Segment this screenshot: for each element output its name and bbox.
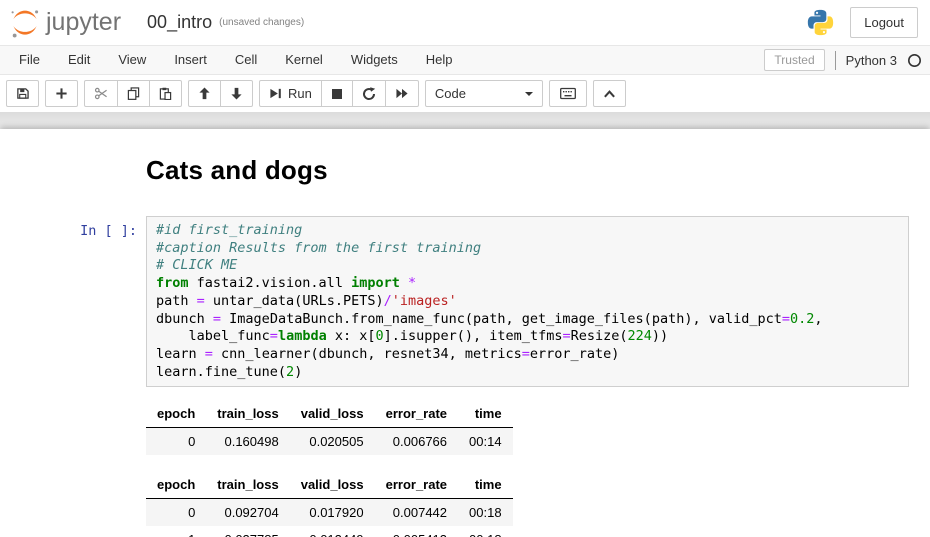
move-up-icon — [198, 87, 211, 100]
cell-prompt: In [ ]: — [0, 216, 146, 387]
save-status: (unsaved changes) — [219, 17, 304, 28]
table-row: 10.0277850.0124490.00541300:18 — [146, 526, 513, 537]
menu-cell[interactable]: Cell — [221, 46, 271, 74]
menu-kernel[interactable]: Kernel — [271, 46, 337, 74]
cell-type-value: Code — [435, 86, 466, 101]
output-area: epochtrain_lossvalid_losserror_ratetime0… — [146, 387, 930, 537]
markdown-heading: Cats and dogs — [146, 155, 909, 186]
code-line: path = untar_data(URLs.PETS)/'images' — [156, 293, 899, 311]
toolbar: Run Code — [0, 75, 930, 112]
copy-cell-button[interactable] — [117, 80, 150, 107]
menu-file[interactable]: File — [5, 46, 54, 74]
code-editor[interactable]: #id first_training#caption Results from … — [146, 216, 909, 387]
copy-icon — [127, 87, 140, 100]
jupyter-logo[interactable]: jupyter — [8, 6, 121, 40]
scroll-up-button[interactable] — [593, 80, 626, 107]
menubar-items: FileEditViewInsertCellKernelWidgetsHelp — [5, 46, 467, 74]
training-results-table-1: epochtrain_lossvalid_losserror_ratetime0… — [146, 400, 513, 455]
logo-text: jupyter — [46, 8, 121, 37]
move-cell-down-button[interactable] — [220, 80, 253, 107]
paste-cell-button[interactable] — [149, 80, 182, 107]
run-button-label: Run — [288, 86, 312, 101]
restart-run-all-icon — [395, 87, 409, 100]
code-line: #caption Results from the first training — [156, 240, 899, 258]
training-results-table-2: epochtrain_lossvalid_losserror_ratetime0… — [146, 471, 513, 537]
column-header: valid_loss — [290, 471, 375, 499]
python-logo-icon — [807, 9, 834, 36]
column-header: epoch — [146, 400, 206, 428]
code-line: label_func=lambda x: x[0].isupper(), ite… — [156, 328, 899, 346]
menu-edit[interactable]: Edit — [54, 46, 104, 74]
run-cell-button[interactable]: Run — [259, 80, 322, 107]
save-icon — [16, 87, 29, 100]
column-header: valid_loss — [290, 400, 375, 428]
code-line: #id first_training — [156, 222, 899, 240]
menu-help[interactable]: Help — [412, 46, 467, 74]
kernel-idle-icon — [907, 53, 922, 68]
command-palette-button[interactable] — [549, 80, 587, 107]
cell-type-dropdown[interactable]: Code — [425, 80, 543, 107]
paste-icon — [159, 87, 172, 100]
restart-icon — [362, 87, 376, 101]
code-line: dbunch = ImageDataBunch.from_name_func(p… — [156, 311, 899, 329]
column-header: train_loss — [206, 400, 289, 428]
stop-icon — [331, 88, 343, 100]
code-cell: In [ ]: #id first_training#caption Resul… — [0, 216, 930, 387]
menu-widgets[interactable]: Widgets — [337, 46, 412, 74]
table-row: 00.0927040.0179200.00744200:18 — [146, 499, 513, 527]
column-header: error_rate — [375, 471, 458, 499]
code-line: # CLICK ME — [156, 257, 899, 275]
header: jupyter 00_intro (unsaved changes) Logou… — [0, 0, 930, 45]
code-line: learn = cnn_learner(dbunch, resnet34, me… — [156, 346, 899, 364]
trusted-badge[interactable]: Trusted — [764, 49, 824, 71]
column-header: error_rate — [375, 400, 458, 428]
add-cell-icon — [55, 87, 68, 100]
column-header: train_loss — [206, 471, 289, 499]
column-header: time — [458, 400, 513, 428]
save-button[interactable] — [6, 80, 39, 107]
page-background-band — [0, 112, 930, 129]
menubar-divider — [835, 51, 836, 70]
notebook-title[interactable]: 00_intro — [147, 12, 212, 33]
add-cell-button[interactable] — [45, 80, 78, 107]
cut-cell-button[interactable] — [84, 80, 118, 107]
markdown-cell[interactable]: Cats and dogs — [0, 135, 930, 186]
table-row: 00.1604980.0205050.00676600:14 — [146, 428, 513, 456]
column-header: time — [458, 471, 513, 499]
move-down-icon — [230, 87, 243, 100]
menubar: FileEditViewInsertCellKernelWidgetsHelp … — [0, 45, 930, 75]
kernel-name: Python 3 — [846, 53, 897, 68]
code-line: from fastai2.vision.all import * — [156, 275, 899, 293]
menu-view[interactable]: View — [104, 46, 160, 74]
cut-icon — [94, 87, 108, 100]
chevron-up-icon — [603, 89, 616, 99]
restart-run-all-button[interactable] — [385, 80, 419, 107]
menu-insert[interactable]: Insert — [160, 46, 221, 74]
jupyter-logo-icon — [8, 6, 42, 40]
notebook-area: Cats and dogs In [ ]: #id first_training… — [0, 129, 930, 537]
code-line: learn.fine_tune(2) — [156, 364, 899, 382]
keyboard-icon — [560, 87, 576, 100]
run-icon — [269, 87, 282, 100]
interrupt-kernel-button[interactable] — [321, 80, 353, 107]
logout-button[interactable]: Logout — [850, 7, 918, 38]
restart-kernel-button[interactable] — [352, 80, 386, 107]
column-header: epoch — [146, 471, 206, 499]
move-cell-up-button[interactable] — [188, 80, 221, 107]
chevron-down-icon — [525, 92, 533, 96]
